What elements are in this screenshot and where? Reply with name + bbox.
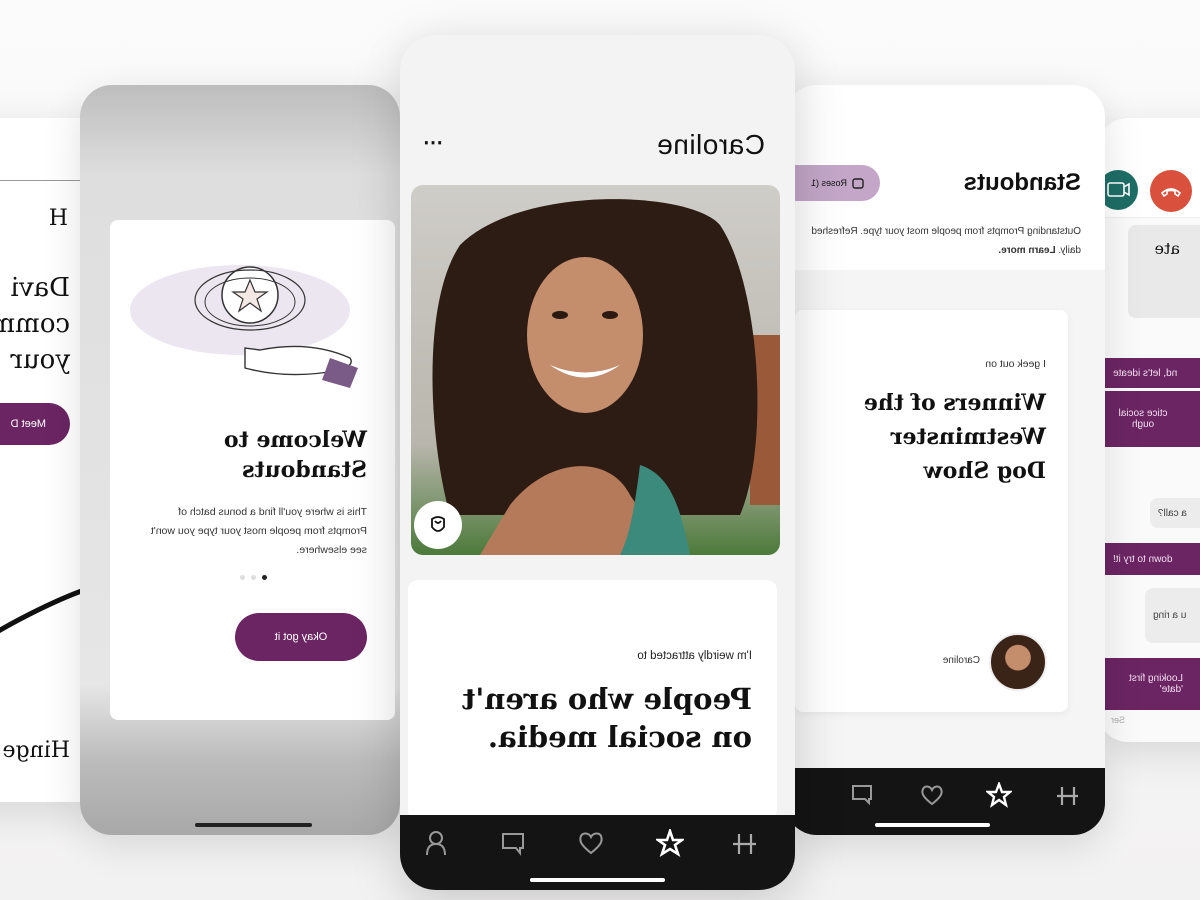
learn-more-link[interactable]: Learn more.: [998, 245, 1055, 256]
more-options-button[interactable]: ⋯: [422, 130, 443, 155]
welcome-card: Welcome to Standouts This is where you'l…: [110, 220, 395, 720]
prompt-question: I'm weirdly attracted to: [637, 650, 752, 662]
phone-hangup-icon: [1160, 188, 1182, 198]
welcome-screen-phone: Welcome to Standouts This is where you'l…: [80, 85, 400, 835]
headline-line: your: [10, 345, 70, 375]
welcome-title: Welcome to Standouts: [223, 427, 367, 483]
prompt-answer: Winners of the Westminster Dog Show: [863, 390, 1046, 484]
chat-prompt-card: ate: [1128, 225, 1200, 318]
home-indicator: [530, 878, 665, 882]
rose-icon: [431, 516, 445, 532]
standouts-subtitle: Outstanding Prompts from people most you…: [791, 222, 1081, 260]
hand-holding-star-icon: [130, 265, 358, 388]
standout-card[interactable]: I geek out on Winners of the Westminster…: [795, 310, 1068, 712]
standouts-screen-phone: Standouts Roses (1 Outstanding Prompts f…: [785, 85, 1105, 835]
heart-icon[interactable]: [577, 830, 605, 856]
message-text: ctice social ough: [1118, 408, 1168, 430]
okay-button-label: Okay got it: [274, 631, 328, 643]
prompt-question: I geek out on: [985, 358, 1046, 370]
prompt-answer: People who aren't on social media.: [461, 682, 752, 754]
roses-pill[interactable]: Roses (1: [785, 165, 880, 201]
roses-label: Roses (1: [810, 178, 847, 188]
hinge-logo-icon: H: [48, 206, 68, 231]
home-indicator: [195, 823, 312, 827]
meet-button-label: Meet D: [10, 418, 46, 430]
hinge-logo-icon[interactable]: [731, 831, 757, 857]
chat-screen-phone: ate nd, let's ideate ctice social ough a…: [1098, 118, 1200, 742]
profile-photo-image: [411, 185, 780, 555]
message-bubble: nd, let's ideate: [1105, 358, 1200, 388]
meet-button[interactable]: Meet D: [0, 403, 70, 445]
okay-got-it-button[interactable]: Okay got it: [235, 613, 367, 661]
standouts-title: Standouts: [963, 169, 1081, 196]
pager-dots: [240, 575, 267, 580]
send-rose-button[interactable]: [414, 501, 462, 549]
profile-screen-phone: Caroline ⋯ I'm weirdly attracted to Peop…: [400, 35, 795, 890]
brush-stroke-icon: [0, 585, 90, 638]
hinge-logo-icon[interactable]: [1055, 784, 1079, 808]
prompt-card[interactable]: I'm weirdly attracted to People who aren…: [408, 580, 777, 820]
message-bubble: u a ring: [1145, 588, 1200, 643]
avatar: [989, 633, 1047, 691]
message-text: nd, let's ideate: [1113, 367, 1178, 379]
chat-icon[interactable]: [849, 782, 875, 808]
message-text: Looking first 'date': [1129, 673, 1183, 695]
app-showcase: H Davi comm your Meet D Hinge ate nd, le…: [0, 0, 1200, 900]
home-screen-phone: H Davi comm your Meet D Hinge: [0, 118, 90, 802]
pager-dot-active[interactable]: [262, 575, 267, 580]
message-bubble: ctice social ough: [1105, 391, 1200, 447]
profile-photo[interactable]: [411, 185, 780, 555]
home-headline: Davi comm your: [0, 270, 70, 378]
heart-icon[interactable]: [919, 783, 945, 807]
welcome-body: This is where you'll find a bonus batch …: [150, 506, 367, 556]
profile-name-title: Caroline: [656, 129, 765, 160]
pager-dot[interactable]: [240, 575, 245, 580]
person-icon[interactable]: [423, 829, 449, 857]
star-icon[interactable]: [656, 829, 684, 857]
message-bubble: a call?: [1150, 498, 1200, 528]
message-text: u a ring: [1153, 610, 1187, 621]
message-text: a call?: [1158, 507, 1187, 519]
message-text: down to try it!: [1113, 553, 1173, 565]
headline-line: comm: [0, 309, 70, 339]
chat-footer-text: Ser: [1110, 715, 1125, 725]
chat-icon[interactable]: [499, 830, 527, 858]
rose-icon: [852, 178, 864, 189]
message-bubble: Looking first 'date': [1105, 658, 1200, 710]
message-bubble: down to try it!: [1105, 543, 1200, 575]
headline-line: Davi: [10, 273, 70, 303]
pager-dot[interactable]: [251, 575, 256, 580]
footer-brand: Hinge: [2, 738, 71, 763]
ellipsis-icon: ⋯: [422, 132, 443, 154]
end-call-button[interactable]: [1150, 170, 1192, 212]
home-indicator: [875, 823, 990, 827]
star-icon[interactable]: [986, 782, 1012, 808]
profile-name: Caroline: [942, 655, 980, 666]
chat-prompt-text: ate: [1154, 239, 1180, 258]
